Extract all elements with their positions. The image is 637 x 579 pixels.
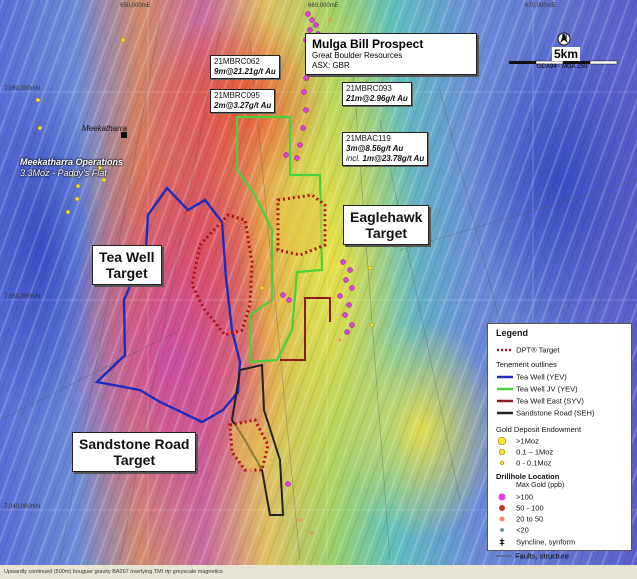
callout-21mbac119: 21MBAC119 3m@8.56g/t Au incl. 1m@23.78g/… [342,132,429,166]
ops-detail: 3.3Moz - Paddy's Flat [20,168,107,178]
legend-deposit-1: >1Moz [496,436,539,446]
sandstone-road-target-label: Sandstone Road Target [72,432,197,472]
legend-drill-3: 20 to 50 [496,514,543,524]
legend-deposit-label: >1Moz [516,436,539,446]
legend-tenement-label: Sandstone Road (SEH) [516,408,595,418]
eaglehawk-line-1: Eaglehawk [350,209,423,225]
scale-datum: GDA94 - MGA Z50 [537,64,588,70]
prospect-title: Mulga Bill Prospect [312,37,424,51]
callout-result: 9m@21.21g/t Au [214,67,276,76]
legend-drill-label: >100 [516,492,533,502]
legend-deposit-2: 0.1 – 1Moz [496,447,553,457]
map-figure: 650,000mE 660,000mE 670,000mE 7,060,000m… [0,0,637,579]
legend-faults: Faults, structure [495,551,569,561]
town-label-meekatharra: Meekatharra [82,124,127,133]
grid-label-7050000: 7,050,000mN [4,294,41,300]
legend-drill-4: <20 [496,525,529,535]
mulga-bill-prospect-box: Mulga Bill Prospect Great Boulder Resour… [305,33,477,75]
prospect-ticker: ASX: GBR [312,61,350,70]
legend-drill-label: 50 - 100 [516,503,544,513]
legend-drill-2: 50 - 100 [496,503,544,513]
syncline-icon [496,538,514,547]
eaglehawk-target-label: Eaglehawk Target [343,205,430,245]
sandstone-line-2: Target [113,452,156,468]
legend-tenement-2: Tea Well JV (YEV) [496,384,578,394]
callout-result: 3m@8.56g/t Au [346,144,404,153]
legend-deposit-heading: Gold Deposit Endowment [496,425,582,434]
legend-dpt-target: DPT® Target [496,345,559,355]
callout-hole-id: 21MBRC062 [214,57,260,66]
legend-deposit-3: 0 - 0.1Moz [496,458,552,468]
callout-hole-id: 21MBRC093 [346,84,392,93]
callout-hole-id: 21MBAC119 [346,134,391,143]
dpt-target-eaglehawk [276,193,327,257]
callout-21mbrc095: 21MBRC095 2m@3.27g/t Au [210,89,276,113]
legend-tenement-1: Tea Well (YEV) [496,372,567,382]
map-footer-caption: Upwardly continued (500m) bouguer gravit… [0,565,637,579]
tea-well-line-2: Target [105,265,148,281]
map-legend: Legend DPT® Target Tenement outlines Tea… [487,323,632,551]
grid-label-650000: 650,000mE [120,3,151,9]
legend-faults-label: Faults, structure [515,551,569,561]
callout-21mbrc093: 21MBRC093 21m@2.96g/t Au [342,82,412,106]
legend-syncline: Syncline, synform [496,537,575,547]
grid-label-7040000: 7,040,000mN [4,504,41,510]
north-label: N [562,34,568,41]
legend-drill-label: 20 to 50 [516,514,544,524]
ops-name: Meekatharra Operations [20,157,124,167]
sandstone-line-1: Sandstone Road [79,436,190,452]
legend-drill-heading: Drillhole Location [496,472,560,481]
callout-incl-prefix: incl. [346,154,361,163]
grid-label-660000: 660,000mE [308,3,339,9]
grid-label-7060000: 7,060,000mN [4,86,41,92]
legend-drill-1: >100 [496,492,533,502]
eaglehawk-line-2: Target [365,225,408,241]
callout-21mbrc062: 21MBRC062 9m@21.21g/t Au [210,55,280,79]
tea-well-target-label: Tea Well Target [92,245,162,285]
legend-tenement-label: Tea Well (YEV) [516,372,567,382]
legend-title: Legend [496,328,529,338]
legend-tenement-heading: Tenement outlines [496,360,557,369]
legend-tenement-label: Tea Well JV (YEV) [516,384,578,394]
legend-drill-label: <20 [516,525,529,535]
callout-incl-result: 1m@23.78g/t Au [362,154,425,163]
scale-distance: 5km [552,47,581,61]
scale-bar: N 5km GDA94 - MGA Z50 [507,31,627,71]
legend-tenement-4: Sandstone Road (SEH) [496,408,594,418]
grid-label-670000: 670,000mE [525,3,556,9]
legend-deposit-label: 0.1 – 1Moz [516,447,554,457]
legend-dpt-label: DPT® Target [516,345,560,355]
callout-hole-id: 21MBRC095 [214,91,260,100]
prospect-company: Great Boulder Resources [312,51,403,60]
legend-deposit-label: 0 - 0.1Moz [516,458,552,468]
callout-result: 21m@2.96g/t Au [346,94,408,103]
legend-tenement-3: Tea Well East (SYV) [496,396,584,406]
meekatharra-operations-label: Meekatharra Operations 3.3Moz - Paddy's … [20,157,123,179]
legend-tenement-label: Tea Well East (SYV) [516,396,584,406]
tea-well-line-1: Tea Well [99,249,155,265]
legend-syncline-label: Syncline, synform [516,537,576,547]
legend-drill-subheading: Max Gold (ppb) [516,482,565,489]
callout-result: 2m@3.27g/t Au [214,101,272,110]
